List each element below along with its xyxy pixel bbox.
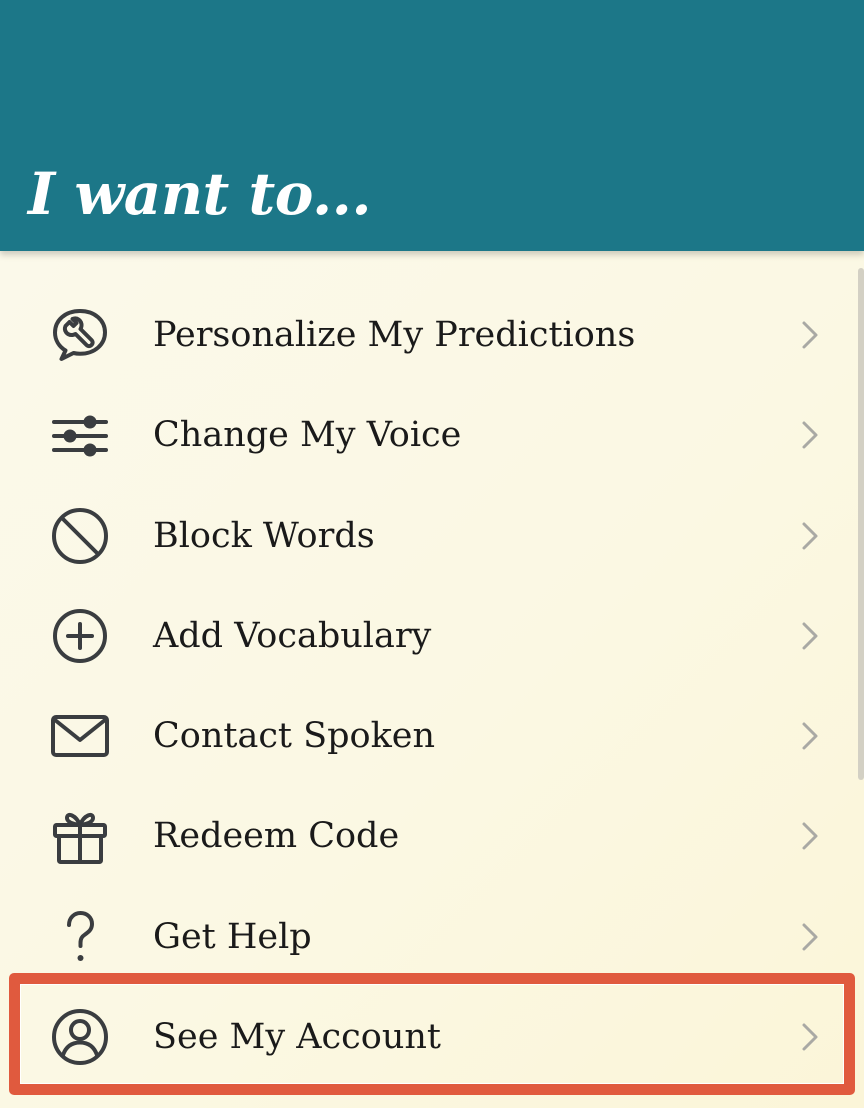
chevron-right-icon	[800, 1021, 820, 1053]
chevron-right-icon	[800, 820, 820, 852]
scrollbar[interactable]	[858, 268, 864, 780]
menu-item-label: Add Vocabulary	[153, 616, 432, 656]
menu-item-personalize-predictions[interactable]: Personalize My Predictions	[0, 285, 864, 385]
menu-item-get-help[interactable]: Get Help	[0, 887, 864, 987]
chevron-right-icon	[800, 520, 820, 552]
menu-item-redeem-code[interactable]: Redeem Code	[0, 786, 864, 886]
chevron-right-icon	[800, 720, 820, 752]
menu-item-label: Get Help	[153, 917, 312, 957]
menu-item-label: Contact Spoken	[153, 716, 436, 756]
menu-item-label: Change My Voice	[153, 415, 462, 455]
menu-item-label: Block Words	[153, 516, 375, 556]
menu-item-change-voice[interactable]: Change My Voice	[0, 385, 864, 485]
menu-item-label: See My Account	[153, 1017, 441, 1057]
account-icon	[50, 1007, 110, 1067]
menu-item-label: Personalize My Predictions	[153, 315, 636, 355]
menu-item-see-account[interactable]: See My Account	[0, 987, 864, 1087]
menu-item-add-vocabulary[interactable]: Add Vocabulary	[0, 586, 864, 686]
menu-item-contact-spoken[interactable]: Contact Spoken	[0, 686, 864, 786]
chevron-right-icon	[800, 419, 820, 451]
chevron-right-icon	[800, 620, 820, 652]
question-icon	[50, 907, 110, 967]
envelope-icon	[50, 706, 110, 766]
plus-circle-icon	[50, 606, 110, 666]
sliders-icon	[50, 405, 110, 465]
page-title: I want to...	[28, 160, 372, 228]
wrench-speech-icon	[50, 305, 110, 365]
app-header: I want to...	[0, 0, 864, 251]
chevron-right-icon	[800, 921, 820, 953]
chevron-right-icon	[800, 319, 820, 351]
gift-icon	[50, 806, 110, 866]
block-icon	[50, 506, 110, 566]
menu-item-label: Redeem Code	[153, 816, 400, 856]
menu-item-block-words[interactable]: Block Words	[0, 486, 864, 586]
